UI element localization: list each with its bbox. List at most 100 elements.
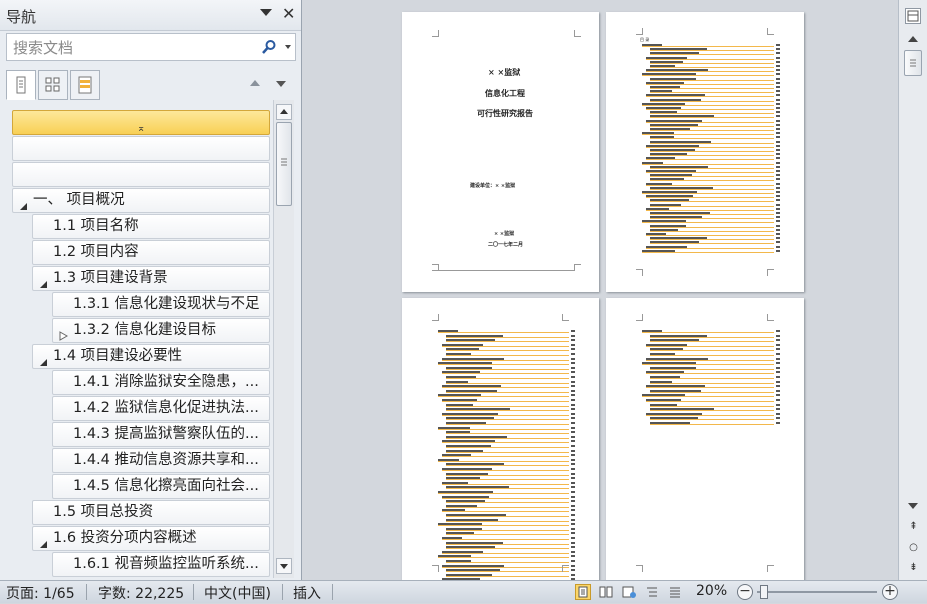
tree-scroll-up-button[interactable] [276, 104, 292, 120]
language-status[interactable]: 中文(中国) [204, 583, 271, 603]
word-count-status[interactable]: 字数: 22,225 [98, 583, 184, 603]
toc-leader-line [442, 387, 569, 389]
search-box[interactable] [6, 33, 296, 61]
tree-heading-item[interactable]: 1.2 项目内容 [32, 240, 270, 265]
toc-leader-line [642, 332, 774, 333]
toc-leader-line [642, 134, 774, 136]
tree-heading-item[interactable]: 1.6.1 视音频监控监听系统... [52, 552, 270, 577]
expanded-triangle-icon[interactable] [39, 352, 48, 368]
tree-heading-item[interactable]: 1.1 项目名称 [32, 214, 270, 239]
tree-heading-item[interactable]: 1.6 投资分项内容概述 [32, 526, 270, 551]
toc-page-number [571, 481, 575, 484]
zoom-level[interactable]: 20% [696, 583, 727, 599]
scroll-down-icon[interactable] [908, 503, 918, 509]
toc-leader-line [646, 83, 774, 85]
expanded-triangle-icon[interactable] [39, 274, 48, 290]
insert-mode-status[interactable]: 插入 [293, 583, 321, 603]
collapsed-triangle-icon[interactable] [59, 326, 69, 342]
cover-date: 二〇一七年二月 [488, 242, 524, 248]
toc-page-number [571, 362, 575, 365]
toc-page-number [571, 564, 575, 567]
toc-leader-line [438, 460, 569, 462]
toc-leader-line [442, 442, 569, 444]
select-browse-object-button[interactable]: ○ [899, 542, 927, 553]
toc-leader-line [650, 54, 774, 56]
full-screen-reading-button[interactable] [598, 584, 614, 600]
tab-browse-pages[interactable] [38, 70, 68, 100]
tab-browse-results[interactable] [70, 70, 100, 100]
previous-heading-button[interactable] [250, 80, 260, 86]
document-scroll-thumb[interactable] [904, 50, 922, 76]
tree-collapse-all-button[interactable]: ⌅ [12, 110, 270, 135]
next-page-button[interactable]: ⇟ [899, 562, 927, 573]
web-layout-icon [622, 586, 636, 598]
toc-leader-line [646, 373, 774, 375]
tree-heading-item[interactable]: 1.3.1 信息化建设现状与不足 [52, 292, 270, 317]
tree-heading-item[interactable]: 1.4 项目建设必要性 [32, 344, 270, 369]
toc-page-number [571, 435, 575, 438]
tree-heading-item[interactable]: 1.4.1 消除监狱安全隐患，... [52, 370, 270, 395]
pane-options-dropdown-icon[interactable] [260, 9, 272, 16]
view-ruler-button[interactable] [905, 8, 921, 24]
navigation-pane: 导航 ✕ 搜索文档 ⌅ 一、 项目概况 1.1 项目名称 1.2 项目内容 1.… [0, 0, 302, 580]
toc-leader-line [446, 368, 569, 370]
toc-page-number [776, 153, 780, 156]
zoom-slider-track[interactable] [757, 591, 877, 593]
tree-heading-item[interactable]: 一、 项目概况 [12, 188, 270, 213]
toc-page-number [776, 52, 780, 55]
tree-heading-item[interactable]: 1.4.3 提高监狱警察队伍的... [52, 422, 270, 447]
tree-empty-item[interactable] [12, 162, 270, 187]
tree-heading-item[interactable]: 1.4.4 推动信息资源共享和... [52, 448, 270, 473]
toc-page-number [571, 339, 575, 342]
zoom-in-button[interactable]: + [882, 584, 898, 600]
toc-page-number [571, 412, 575, 415]
search-icon[interactable] [261, 39, 277, 55]
page-toc-3[interactable] [606, 298, 804, 580]
tree-heading-item[interactable]: 1.5 项目总投资 [32, 500, 270, 525]
next-heading-button[interactable] [276, 81, 286, 87]
search-options-dropdown-icon[interactable] [285, 45, 291, 49]
document-area[interactable]: × ×监狱 信息化工程 可行性研究报告 建设单位：× ×监狱 × ×监狱 二〇一… [302, 0, 898, 580]
tree-heading-item[interactable]: 1.3 项目建设背景 [32, 266, 270, 291]
expanded-triangle-icon[interactable] [19, 196, 28, 212]
toc-page-number [776, 77, 780, 80]
toc-leader-line [446, 479, 569, 481]
toc-page-number [571, 399, 575, 401]
toc-page-number [776, 90, 780, 93]
tree-heading-label: 1.3.2 信息化建设目标 [73, 322, 217, 338]
toc-leader-line [650, 117, 774, 119]
tree-heading-item[interactable]: 1.4.2 监狱信息化促进执法... [52, 396, 270, 421]
previous-page-button[interactable]: ⇞ [899, 521, 927, 532]
scroll-up-icon[interactable] [908, 36, 918, 42]
page-count-status[interactable]: 页面: 1/65 [6, 583, 75, 603]
toc-page-number [776, 86, 780, 88]
tree-scroll-thumb[interactable] [276, 122, 292, 206]
page-toc-2[interactable] [402, 298, 599, 580]
tree-heading-item[interactable]: 1.3.2 信息化建设目标 [52, 318, 270, 343]
web-layout-button[interactable] [621, 584, 637, 600]
close-pane-button[interactable]: ✕ [282, 4, 295, 24]
document-scrollbar[interactable]: ⇞ ○ ⇟ [898, 0, 927, 580]
zoom-slider-thumb[interactable] [759, 585, 768, 599]
tree-scroll-down-button[interactable] [276, 558, 292, 574]
outline-view-button[interactable] [644, 584, 660, 600]
expanded-triangle-icon[interactable] [39, 534, 48, 550]
toc-leader-line [650, 88, 774, 89]
toc-page-number [571, 523, 575, 526]
zoom-out-button[interactable]: − [737, 584, 753, 600]
corner-mark [574, 30, 581, 37]
draft-view-button[interactable] [667, 584, 683, 600]
page-toc-1[interactable]: 目 录 [606, 12, 804, 292]
toc-leader-line [650, 176, 774, 178]
search-document-input[interactable] [11, 36, 255, 60]
toc-leader-line [650, 79, 774, 81]
tree-heading-item[interactable]: 1.4.5 信息化擦亮面向社会... [52, 474, 270, 499]
tree-scrollbar[interactable] [273, 100, 294, 578]
tab-browse-headings[interactable] [6, 70, 36, 100]
toc-leader-line [446, 506, 569, 508]
toc-page-number [571, 343, 575, 346]
toc-page-number [776, 81, 780, 84]
tree-empty-item[interactable] [12, 136, 270, 161]
page-cover[interactable]: × ×监狱 信息化工程 可行性研究报告 建设单位：× ×监狱 × ×监狱 二〇一… [402, 12, 599, 292]
print-layout-view-button[interactable] [575, 584, 591, 600]
